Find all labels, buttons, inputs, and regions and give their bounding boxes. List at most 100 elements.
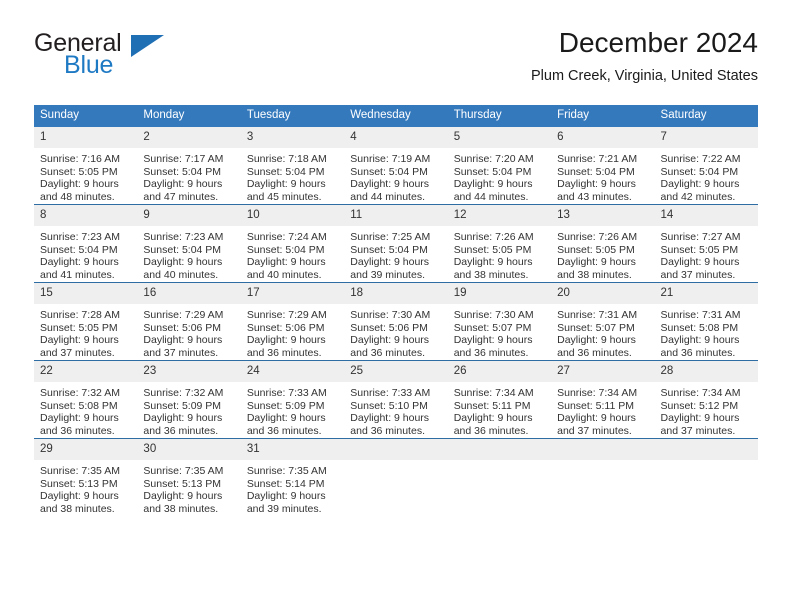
day-details: Sunrise: 7:35 AM Sunset: 5:13 PM Dayligh… [137, 460, 240, 515]
daylight-text-line2: and 36 minutes. [660, 346, 736, 359]
daylight-text-line2: and 38 minutes. [557, 268, 632, 281]
day-cell[interactable]: 6 Sunrise: 7:21 AM Sunset: 5:04 PM Dayli… [551, 127, 655, 205]
day-number: 2 [137, 127, 241, 148]
day-number: 1 [34, 127, 138, 148]
day-details: Sunrise: 7:35 AM Sunset: 5:14 PM Dayligh… [241, 460, 344, 515]
day-cell[interactable]: 2 Sunrise: 7:17 AM Sunset: 5:04 PM Dayli… [137, 127, 241, 205]
sunset-text: Sunset: 5:11 PM [557, 399, 634, 412]
daylight-text-line1: Daylight: 9 hours [40, 178, 119, 191]
daylight-text-line2: and 37 minutes. [660, 268, 736, 281]
day-cell[interactable]: 13 Sunrise: 7:26 AM Sunset: 5:05 PM Dayl… [551, 204, 655, 283]
daylight-text-line1: Daylight: 9 hours [143, 490, 223, 503]
day-cell[interactable]: 5 Sunrise: 7:20 AM Sunset: 5:04 PM Dayli… [447, 127, 552, 205]
sunset-text: Sunset: 5:13 PM [40, 477, 118, 490]
day-details: Sunrise: 7:17 AM Sunset: 5:04 PM Dayligh… [137, 148, 240, 203]
day-details: Sunrise: 7:23 AM Sunset: 5:04 PM Dayligh… [34, 226, 137, 281]
day-cell[interactable]: 20 Sunrise: 7:31 AM Sunset: 5:07 PM Dayl… [551, 282, 655, 361]
daylight-text-line2: and 36 minutes. [350, 424, 425, 437]
day-cell[interactable]: 24 Sunrise: 7:33 AM Sunset: 5:09 PM Dayl… [240, 360, 345, 439]
day-cell[interactable]: 7 Sunrise: 7:22 AM Sunset: 5:04 PM Dayli… [654, 127, 758, 205]
daylight-text-line1: Daylight: 9 hours [453, 178, 533, 191]
day-cell[interactable]: 28 Sunrise: 7:34 AM Sunset: 5:12 PM Dayl… [654, 360, 758, 439]
day-cell[interactable]: 21 Sunrise: 7:31 AM Sunset: 5:08 PM Dayl… [654, 282, 758, 361]
day-cell[interactable]: 15 Sunrise: 7:28 AM Sunset: 5:05 PM Dayl… [34, 282, 138, 361]
sunset-text: Sunset: 5:11 PM [453, 399, 531, 412]
sunrise-text: Sunrise: 7:34 AM [453, 387, 534, 399]
sunset-text: Sunset: 5:04 PM [557, 165, 635, 178]
sunrise-text: Sunrise: 7:32 AM [143, 387, 224, 399]
day-cell[interactable]: 26 Sunrise: 7:34 AM Sunset: 5:11 PM Dayl… [447, 360, 552, 439]
daylight-text-line2: and 37 minutes. [557, 424, 632, 437]
sunrise-text: Sunrise: 7:34 AM [660, 387, 741, 399]
day-cell[interactable]: 23 Sunrise: 7:32 AM Sunset: 5:09 PM Dayl… [137, 360, 241, 439]
day-cell-empty [344, 438, 448, 516]
day-cell[interactable]: 1 Sunrise: 7:16 AM Sunset: 5:05 PM Dayli… [34, 127, 138, 205]
daylight-text-line2: and 39 minutes. [246, 502, 322, 515]
day-number: 6 [551, 127, 655, 148]
day-number: 8 [34, 205, 138, 226]
sunset-text: Sunset: 5:04 PM [40, 243, 118, 256]
day-number: 3 [240, 127, 345, 148]
day-number [551, 439, 655, 460]
day-cell[interactable]: 8 Sunrise: 7:23 AM Sunset: 5:04 PM Dayli… [34, 204, 138, 283]
daylight-text-line1: Daylight: 9 hours [246, 256, 326, 269]
title-block: December 2024 Plum Creek, Virginia, Unit… [531, 26, 758, 86]
day-cell[interactable]: 19 Sunrise: 7:30 AM Sunset: 5:07 PM Dayl… [447, 282, 552, 361]
day-cell[interactable]: 12 Sunrise: 7:26 AM Sunset: 5:05 PM Dayl… [447, 204, 552, 283]
day-cell[interactable]: 9 Sunrise: 7:23 AM Sunset: 5:04 PM Dayli… [137, 204, 241, 283]
day-cell[interactable]: 30 Sunrise: 7:35 AM Sunset: 5:13 PM Dayl… [137, 438, 241, 516]
day-number: 17 [240, 283, 345, 304]
day-details: Sunrise: 7:33 AM Sunset: 5:10 PM Dayligh… [344, 382, 447, 437]
day-details: Sunrise: 7:16 AM Sunset: 5:05 PM Dayligh… [34, 148, 137, 203]
day-cell[interactable]: 4 Sunrise: 7:19 AM Sunset: 5:04 PM Dayli… [344, 127, 448, 205]
daylight-text-line2: and 40 minutes. [143, 268, 219, 281]
day-number: 20 [551, 283, 655, 304]
day-cell[interactable]: 22 Sunrise: 7:32 AM Sunset: 5:08 PM Dayl… [34, 360, 138, 439]
daylight-text-line1: Daylight: 9 hours [40, 412, 119, 425]
sunset-text: Sunset: 5:04 PM [350, 243, 428, 256]
day-cell[interactable]: 11 Sunrise: 7:25 AM Sunset: 5:04 PM Dayl… [344, 204, 448, 283]
sunset-text: Sunset: 5:07 PM [453, 321, 532, 334]
day-details: Sunrise: 7:19 AM Sunset: 5:04 PM Dayligh… [344, 148, 447, 203]
day-cell[interactable]: 27 Sunrise: 7:34 AM Sunset: 5:11 PM Dayl… [551, 360, 655, 439]
day-cell[interactable]: 31 Sunrise: 7:35 AM Sunset: 5:14 PM Dayl… [240, 438, 345, 516]
sunset-text: Sunset: 5:06 PM [246, 321, 325, 334]
daylight-text-line1: Daylight: 9 hours [40, 256, 119, 269]
day-cell[interactable]: 3 Sunrise: 7:18 AM Sunset: 5:04 PM Dayli… [240, 127, 345, 205]
day-cell[interactable]: 29 Sunrise: 7:35 AM Sunset: 5:13 PM Dayl… [34, 438, 138, 516]
calendar-week-row: 15 Sunrise: 7:28 AM Sunset: 5:05 PM Dayl… [34, 282, 758, 361]
day-cell[interactable]: 17 Sunrise: 7:29 AM Sunset: 5:06 PM Dayl… [240, 282, 345, 361]
sunset-text: Sunset: 5:05 PM [40, 321, 118, 334]
general-blue-logo[interactable]: General Blue [34, 30, 264, 94]
day-number: 22 [34, 361, 138, 382]
day-number: 26 [447, 361, 552, 382]
sunrise-text: Sunrise: 7:34 AM [557, 387, 638, 399]
sunset-text: Sunset: 5:04 PM [660, 165, 739, 178]
sunrise-text: Sunrise: 7:33 AM [246, 387, 327, 399]
day-cell[interactable]: 18 Sunrise: 7:30 AM Sunset: 5:06 PM Dayl… [344, 282, 448, 361]
daylight-text-line2: and 43 minutes. [557, 190, 632, 203]
daylight-text-line2: and 45 minutes. [246, 190, 322, 203]
daylight-text-line2: and 44 minutes. [453, 190, 529, 203]
daylight-text-line1: Daylight: 9 hours [350, 256, 430, 269]
day-cell[interactable]: 14 Sunrise: 7:27 AM Sunset: 5:05 PM Dayl… [654, 204, 758, 283]
sunrise-text: Sunrise: 7:26 AM [453, 231, 534, 243]
day-cell[interactable]: 25 Sunrise: 7:33 AM Sunset: 5:10 PM Dayl… [344, 360, 448, 439]
day-cell[interactable]: 16 Sunrise: 7:29 AM Sunset: 5:06 PM Dayl… [137, 282, 241, 361]
daylight-text-line2: and 36 minutes. [453, 424, 529, 437]
day-number: 29 [34, 439, 138, 460]
daylight-text-line1: Daylight: 9 hours [143, 256, 223, 269]
sunrise-text: Sunrise: 7:25 AM [350, 231, 431, 243]
day-number: 11 [344, 205, 448, 226]
day-number: 5 [447, 127, 552, 148]
day-details: Sunrise: 7:35 AM Sunset: 5:13 PM Dayligh… [34, 460, 137, 515]
daylight-text-line2: and 48 minutes. [40, 190, 115, 203]
day-cell-empty [551, 438, 655, 516]
sunset-text: Sunset: 5:08 PM [40, 399, 118, 412]
day-number: 14 [654, 205, 758, 226]
day-cell[interactable]: 10 Sunrise: 7:24 AM Sunset: 5:04 PM Dayl… [240, 204, 345, 283]
calendar-body: 1 Sunrise: 7:16 AM Sunset: 5:05 PM Dayli… [34, 127, 758, 516]
sunset-text: Sunset: 5:04 PM [246, 243, 325, 256]
daylight-text-line1: Daylight: 9 hours [246, 412, 326, 425]
sunrise-text: Sunrise: 7:26 AM [557, 231, 638, 243]
